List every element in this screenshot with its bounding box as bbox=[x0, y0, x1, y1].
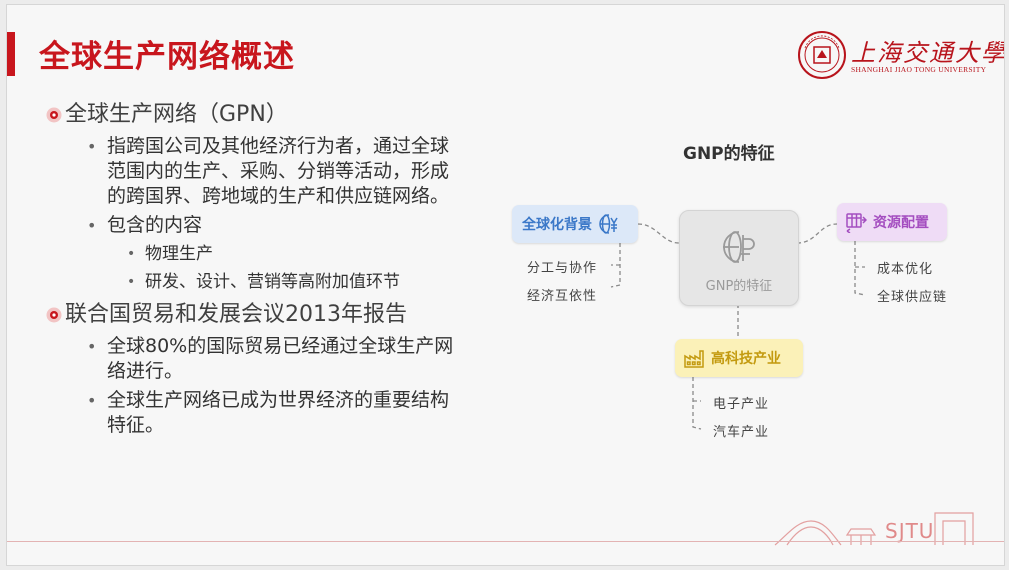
center-node-label: GNP的特征 bbox=[705, 279, 773, 294]
bullet-trade-80: 全球80%的国际贸易已经通过全球生产网络进行。 bbox=[45, 334, 465, 384]
bullet-heading-unctad: 联合国贸易和发展会议2013年报告 bbox=[45, 300, 465, 330]
seal-icon bbox=[798, 31, 846, 79]
sun-bullet-icon bbox=[46, 107, 62, 123]
bullet-gpn-contents: 包含的内容 bbox=[45, 213, 465, 238]
footer-sjtu-mark: SJTU bbox=[885, 519, 935, 543]
slide-title: 全球生产网络概述 bbox=[39, 39, 295, 75]
bottom-divider bbox=[7, 541, 1004, 542]
slide: 全球生产网络概述 上海交通大學 SHANGHAI JIAO TONG UNIVE… bbox=[6, 4, 1005, 566]
footer-decoration: SJTU bbox=[767, 505, 1004, 550]
bullet-heading-gpn: 全球生产网络（GPN） bbox=[45, 100, 465, 130]
node-globalization: 全球化背景 bbox=[512, 205, 638, 243]
sun-bullet-icon bbox=[46, 307, 62, 323]
bullet-structure-feature: 全球生产网络已成为世界经济的重要结构特征。 bbox=[45, 388, 465, 438]
resource-allocation-icon bbox=[846, 213, 867, 233]
bullet-gpn-definition: 指跨国公司及其他经济行为者，通过全球范围内的生产、采购、分销等活动，形成的跨国界… bbox=[45, 134, 465, 209]
unctad-heading-text: 联合国贸易和发展会议2013年报告 bbox=[65, 302, 407, 327]
globe-currency-icon bbox=[599, 214, 618, 234]
gpn-heading-text: 全球生产网络（GPN） bbox=[65, 102, 288, 127]
diagram-title: GNP的特征 bbox=[683, 144, 775, 164]
sub-electronics: 电子产业 bbox=[713, 397, 770, 412]
center-node: GNP的特征 bbox=[679, 210, 799, 306]
university-logo: 上海交通大學 SHANGHAI JIAO TONG UNIVERSITY bbox=[797, 29, 1004, 81]
sub-economic-interdependence: 经济互依性 bbox=[527, 289, 598, 304]
node-resource-allocation-label: 资源配置 bbox=[873, 215, 929, 231]
bullet-physical-production: 物理生产 bbox=[45, 242, 465, 266]
logo-name-cn: 上海交通大學 bbox=[851, 39, 1005, 67]
globe-currency-icon bbox=[723, 231, 755, 263]
sub-cost-optimization: 成本优化 bbox=[877, 262, 934, 277]
node-high-tech-label: 高科技产业 bbox=[711, 351, 781, 367]
logo-name-en: SHANGHAI JIAO TONG UNIVERSITY bbox=[851, 65, 987, 74]
bullet-content: 全球生产网络（GPN） 指跨国公司及其他经济行为者，通过全球范围内的生产、采购、… bbox=[45, 100, 465, 438]
sub-division-cooperation: 分工与协作 bbox=[527, 261, 598, 276]
gnp-features-diagram: GNP的特征 GNP的特征 全球化背景 分工与协作 经济互依性 资源配置 成本优… bbox=[507, 125, 977, 445]
node-resource-allocation: 资源配置 bbox=[837, 203, 947, 241]
sub-global-supply-chain: 全球供应链 bbox=[877, 290, 948, 305]
sub-automotive: 汽车产业 bbox=[713, 425, 770, 440]
bullet-high-value-links: 研发、设计、营销等高附加值环节 bbox=[45, 270, 465, 294]
node-globalization-label: 全球化背景 bbox=[522, 217, 592, 233]
title-accent-bar bbox=[7, 32, 15, 76]
node-high-tech: 高科技产业 bbox=[675, 339, 803, 377]
factory-icon bbox=[684, 350, 704, 368]
